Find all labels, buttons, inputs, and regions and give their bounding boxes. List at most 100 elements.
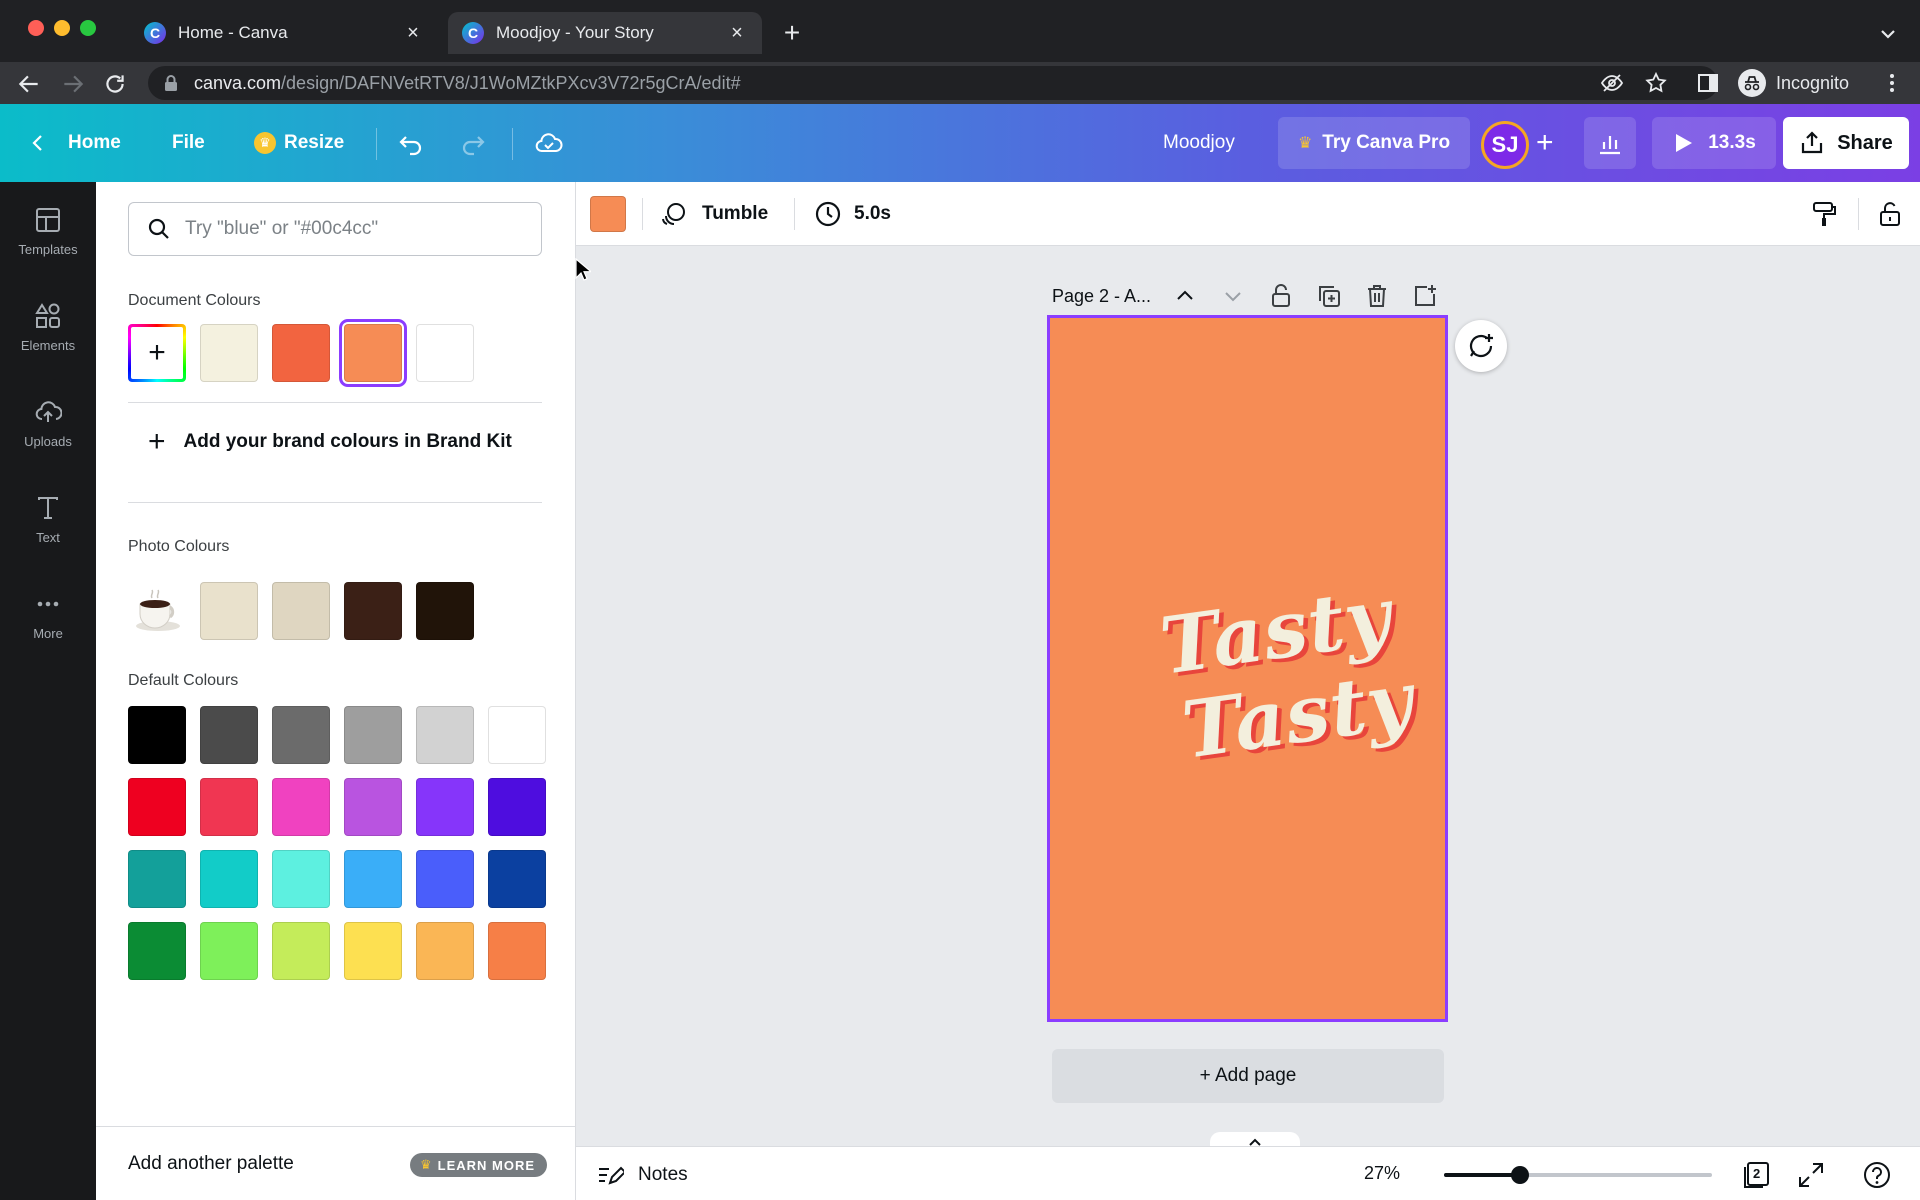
add-page-icon[interactable]	[1411, 282, 1439, 310]
colour-search-box[interactable]	[128, 202, 542, 256]
default-colour-swatch[interactable]	[128, 778, 186, 836]
avatar[interactable]: SJ	[1481, 121, 1529, 169]
home-button[interactable]: Home	[28, 123, 121, 163]
document-colour-swatch[interactable]	[339, 319, 407, 387]
browser-tab-moodjoy[interactable]: C Moodjoy - Your Story ×	[448, 12, 762, 54]
zoom-percentage[interactable]: 27%	[1364, 1163, 1400, 1184]
document-colour-swatch[interactable]	[272, 324, 330, 382]
default-colour-swatch[interactable]	[344, 706, 402, 764]
bookmark-star-icon[interactable]	[1644, 71, 1668, 95]
brand-kit-link[interactable]: + Add your brand colours in Brand Kit	[148, 427, 512, 457]
default-colour-swatch[interactable]	[488, 778, 546, 836]
default-colour-swatch[interactable]	[200, 850, 258, 908]
tab-search-chevron-icon[interactable]	[1876, 22, 1900, 46]
default-colour-swatch[interactable]	[272, 706, 330, 764]
colour-search-input[interactable]	[185, 218, 525, 240]
rail-item-text[interactable]: Text	[0, 494, 96, 574]
rail-item-uploads[interactable]: Uploads	[0, 398, 96, 478]
design-page[interactable]: Tasty Tasty	[1047, 315, 1448, 1022]
default-colour-swatch[interactable]	[272, 850, 330, 908]
lock-icon	[165, 75, 177, 91]
url-path: /design/DAFNVetRTV8/J1WoMZtkPXcv3V72r5gC…	[281, 72, 741, 93]
resize-button[interactable]: ♛ Resize	[254, 123, 344, 163]
document-colour-swatch[interactable]	[200, 324, 258, 382]
default-colour-swatch[interactable]	[128, 850, 186, 908]
default-colour-swatch[interactable]	[128, 922, 186, 980]
default-colour-swatch[interactable]	[344, 922, 402, 980]
default-colour-swatch[interactable]	[344, 778, 402, 836]
unlock-icon[interactable]	[1876, 200, 1904, 228]
reload-icon[interactable]	[102, 71, 128, 97]
help-icon[interactable]	[1862, 1160, 1892, 1190]
browser-menu-icon[interactable]	[1880, 71, 1904, 95]
paint-roller-icon[interactable]	[1810, 200, 1838, 228]
zoom-slider-handle[interactable]	[1511, 1166, 1529, 1184]
share-button[interactable]: Share	[1783, 117, 1909, 169]
coffee-cup-thumbnail[interactable]	[130, 582, 186, 638]
back-arrow-icon[interactable]	[16, 71, 42, 97]
timing-button[interactable]: 5.0s	[814, 198, 891, 230]
delete-page-icon[interactable]	[1363, 282, 1391, 310]
zoom-slider[interactable]	[1444, 1166, 1712, 1184]
document-colour-swatch[interactable]	[416, 324, 474, 382]
close-window-button[interactable]	[28, 20, 44, 36]
default-colour-swatch[interactable]	[200, 922, 258, 980]
default-colour-swatch[interactable]	[272, 778, 330, 836]
present-play-button[interactable]: 13.3s	[1652, 117, 1776, 169]
photo-colour-swatch[interactable]	[416, 582, 474, 640]
try-canva-pro-button[interactable]: ♛ Try Canva Pro	[1278, 117, 1470, 169]
default-colour-swatch[interactable]	[488, 706, 546, 764]
photo-colour-swatch[interactable]	[272, 582, 330, 640]
photo-colour-swatch[interactable]	[200, 582, 258, 640]
default-colour-swatch[interactable]	[416, 922, 474, 980]
photo-colour-swatch[interactable]	[344, 582, 402, 640]
forward-arrow-icon[interactable]	[60, 71, 86, 97]
default-colour-swatch[interactable]	[416, 850, 474, 908]
more-icon	[37, 601, 59, 607]
learn-more-button[interactable]: ♛ LEARN MORE	[410, 1153, 548, 1177]
default-colour-swatch[interactable]	[128, 706, 186, 764]
maximize-window-button[interactable]	[80, 20, 96, 36]
default-colour-swatch[interactable]	[488, 850, 546, 908]
fill-colour-button[interactable]	[590, 196, 626, 232]
rail-item-templates[interactable]: Templates	[0, 206, 96, 286]
tab-close-icon[interactable]: ×	[402, 22, 424, 44]
default-colour-swatch[interactable]	[344, 850, 402, 908]
default-colour-swatch[interactable]	[416, 778, 474, 836]
animation-button[interactable]: Tumble	[660, 198, 768, 230]
eye-off-icon[interactable]	[1600, 71, 1624, 95]
insights-button[interactable]	[1584, 117, 1636, 169]
default-colour-swatch[interactable]	[416, 706, 474, 764]
design-title[interactable]: Moodjoy	[1163, 123, 1235, 163]
file-button[interactable]: File	[172, 123, 205, 163]
chevron-down-icon[interactable]	[1219, 282, 1247, 310]
notes-pencil-icon	[599, 1166, 624, 1185]
page-count-button[interactable]: 2	[1742, 1159, 1772, 1189]
notes-button[interactable]: Notes	[596, 1161, 688, 1189]
lock-page-icon[interactable]	[1267, 282, 1295, 310]
fullscreen-icon[interactable]	[1796, 1160, 1826, 1190]
add-page-button[interactable]: + Add page	[1052, 1049, 1444, 1103]
redo-icon[interactable]	[458, 129, 488, 159]
add-colour-button[interactable]: +	[128, 324, 186, 382]
default-colour-swatch[interactable]	[200, 706, 258, 764]
undo-icon[interactable]	[396, 129, 426, 159]
page-label[interactable]: Page 2 - A...	[1052, 280, 1151, 312]
add-comment-button[interactable]	[1455, 320, 1507, 372]
rail-item-elements[interactable]: Elements	[0, 302, 96, 382]
duplicate-page-icon[interactable]	[1315, 282, 1343, 310]
side-panel-icon[interactable]	[1696, 71, 1720, 95]
rail-item-more[interactable]: More	[0, 590, 96, 670]
incognito-profile[interactable]: Incognito	[1738, 66, 1849, 100]
add-collaborator-icon[interactable]: +	[1536, 128, 1554, 158]
chevron-up-icon[interactable]	[1171, 282, 1199, 310]
minimize-window-button[interactable]	[54, 20, 70, 36]
default-colour-swatch[interactable]	[272, 922, 330, 980]
browser-tab-home[interactable]: C Home - Canva ×	[130, 12, 438, 54]
default-colour-swatch[interactable]	[200, 778, 258, 836]
default-colour-swatch[interactable]	[488, 922, 546, 980]
cloud-saved-icon[interactable]	[534, 129, 564, 159]
url-field[interactable]: canva.com/design/DAFNVetRTV8/J1WoMZtkPXc…	[148, 66, 1718, 100]
tab-close-icon[interactable]: ×	[726, 22, 748, 44]
new-tab-icon[interactable]: +	[778, 19, 806, 48]
